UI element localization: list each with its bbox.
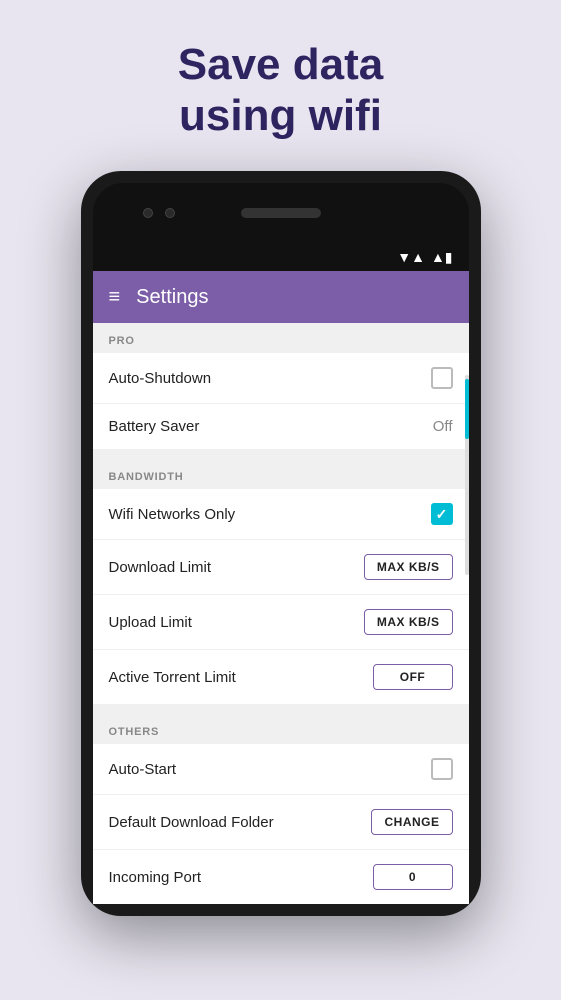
auto-shutdown-checkbox[interactable] <box>431 367 453 389</box>
row-upload-limit: Upload Limit MAX KB/S <box>93 595 469 650</box>
section-others: OTHERS Auto-Start Default Download Folde… <box>93 714 469 904</box>
hero-title: Save data using wifi <box>178 40 383 141</box>
section-bandwidth: BANDWIDTH Wifi Networks Only ✓ Download … <box>93 459 469 704</box>
phone-cameras <box>143 208 175 218</box>
divider-2 <box>93 704 469 714</box>
wifi-networks-label: Wifi Networks Only <box>109 506 236 523</box>
active-torrent-button[interactable]: OFF <box>373 664 453 690</box>
change-button[interactable]: CHANGE <box>371 809 452 835</box>
row-default-download-folder: Default Download Folder CHANGE <box>93 795 469 850</box>
auto-shutdown-label: Auto-Shutdown <box>109 370 212 387</box>
hamburger-icon[interactable]: ≡ <box>109 286 121 309</box>
default-download-folder-label: Default Download Folder <box>109 814 274 831</box>
battery-saver-label: Battery Saver <box>109 418 200 435</box>
divider-1 <box>93 449 469 459</box>
row-battery-saver: Battery Saver Off <box>93 404 469 449</box>
incoming-port-label: Incoming Port <box>109 869 202 886</box>
phone-top-bar <box>93 183 469 243</box>
camera-2 <box>165 208 175 218</box>
wifi-icon: ▼▲ <box>397 249 425 265</box>
row-auto-shutdown: Auto-Shutdown <box>93 353 469 404</box>
row-active-torrent-limit: Active Torrent Limit OFF <box>93 650 469 704</box>
download-limit-label: Download Limit <box>109 559 212 576</box>
row-auto-start: Auto-Start <box>93 744 469 795</box>
auto-start-label: Auto-Start <box>109 761 177 778</box>
section-header-pro: PRO <box>93 323 469 353</box>
settings-group-pro: Auto-Shutdown Battery Saver Off <box>93 353 469 449</box>
row-incoming-port: Incoming Port 0 <box>93 850 469 904</box>
phone-speaker <box>241 208 321 218</box>
section-header-others: OTHERS <box>93 714 469 744</box>
phone-frame: ▼▲ ▲▮ ≡ Settings PRO Auto-Shutdown Batte… <box>81 171 481 916</box>
battery-saver-value: Off <box>433 418 453 435</box>
section-pro: PRO Auto-Shutdown Battery Saver Off <box>93 323 469 449</box>
toolbar-title: Settings <box>136 286 208 309</box>
scrollbar-track[interactable] <box>465 375 469 575</box>
scrollbar-thumb <box>465 379 469 439</box>
signal-icon: ▲▮ <box>431 249 453 266</box>
row-download-limit: Download Limit MAX KB/S <box>93 540 469 595</box>
download-limit-button[interactable]: MAX KB/S <box>364 554 453 580</box>
status-bar: ▼▲ ▲▮ <box>93 243 469 271</box>
row-wifi-networks-only: Wifi Networks Only ✓ <box>93 489 469 540</box>
active-torrent-label: Active Torrent Limit <box>109 669 236 686</box>
auto-start-checkbox[interactable] <box>431 758 453 780</box>
wifi-networks-checkbox[interactable]: ✓ <box>431 503 453 525</box>
incoming-port-button[interactable]: 0 <box>373 864 453 890</box>
settings-group-others: Auto-Start Default Download Folder CHANG… <box>93 744 469 904</box>
upload-limit-button[interactable]: MAX KB/S <box>364 609 453 635</box>
camera-1 <box>143 208 153 218</box>
section-header-bandwidth: BANDWIDTH <box>93 459 469 489</box>
upload-limit-label: Upload Limit <box>109 614 192 631</box>
settings-screen: PRO Auto-Shutdown Battery Saver Off BAND… <box>93 323 469 904</box>
settings-group-bandwidth: Wifi Networks Only ✓ Download Limit MAX … <box>93 489 469 704</box>
app-toolbar: ≡ Settings <box>93 271 469 323</box>
